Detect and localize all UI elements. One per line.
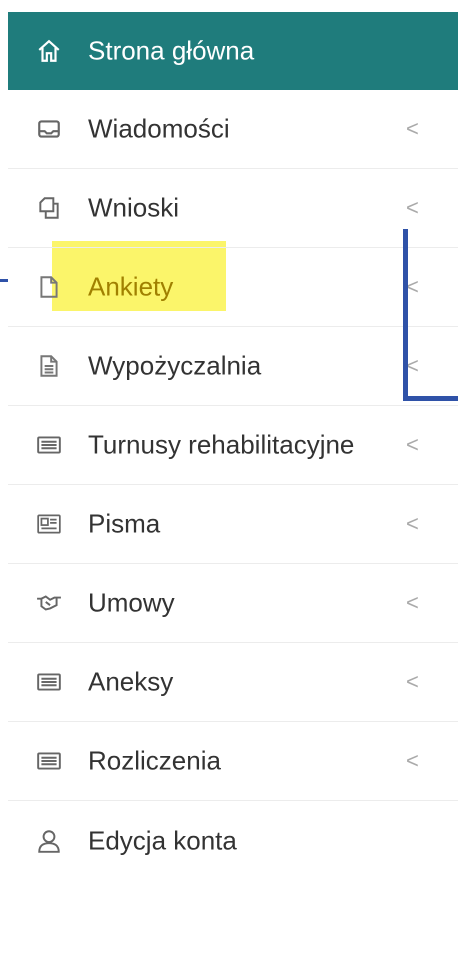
sidebar-item-turnusy[interactable]: Turnusy rehabilitacyjne < <box>8 406 458 485</box>
handshake-icon <box>36 590 62 616</box>
copy-icon <box>36 195 62 221</box>
sidebar-item-rozliczenia[interactable]: Rozliczenia < <box>8 722 458 801</box>
list-card-icon <box>36 432 62 458</box>
sidebar-item-label: Aneksy <box>88 666 174 697</box>
list-card-icon <box>36 669 62 695</box>
annotation-line-vertical <box>403 229 408 399</box>
annotation-arrow <box>0 279 8 282</box>
file-icon <box>36 274 62 300</box>
inbox-icon <box>36 116 62 142</box>
sidebar-item-label: Ankiety <box>88 271 174 302</box>
sidebar-item-umowy[interactable]: Umowy < <box>8 564 458 643</box>
newspaper-icon <box>36 511 62 537</box>
sidebar-item-label: Pisma <box>88 508 161 539</box>
sidebar-item-label: Turnusy rehabilitacyjne <box>88 429 355 460</box>
chevron-left-icon: < <box>406 511 419 536</box>
sidebar-item-ankiety[interactable]: Ankiety < <box>8 248 458 327</box>
sidebar-item-wiadomosci[interactable]: Wiadomości < <box>8 90 458 169</box>
file-text-icon <box>36 353 62 379</box>
sidebar-item-label: Wypożyczalnia <box>88 350 262 381</box>
sidebar-item-strona-glowna[interactable]: Strona główna <box>8 12 458 90</box>
sidebar-item-aneksy[interactable]: Aneksy < <box>8 643 458 722</box>
list-card-icon <box>36 748 62 774</box>
chevron-left-icon: < <box>406 590 419 615</box>
chevron-left-icon: < <box>406 669 419 694</box>
sidebar-item-label: Wiadomości <box>88 113 230 144</box>
home-icon <box>36 38 62 64</box>
sidebar-item-label: Umowy <box>88 587 175 618</box>
sidebar-item-label: Wnioski <box>88 192 180 223</box>
chevron-left-icon: < <box>406 432 419 457</box>
sidebar-item-label: Rozliczenia <box>88 745 221 776</box>
annotation-line-horizontal <box>403 396 458 401</box>
sidebar-item-edycja-konta[interactable]: Edycja konta <box>8 801 458 880</box>
sidebar-item-wnioski[interactable]: Wnioski < <box>8 169 458 248</box>
chevron-left-icon: < <box>406 748 419 773</box>
chevron-left-icon: < <box>406 195 419 220</box>
sidebar-item-wypozyczalnia[interactable]: Wypożyczalnia < <box>8 327 458 406</box>
user-icon <box>36 828 62 854</box>
sidebar-item-pisma[interactable]: Pisma < <box>8 485 458 564</box>
sidebar-menu: Strona główna Wiadomości < Wnioski < Ank… <box>8 12 458 880</box>
sidebar-item-label: Edycja konta <box>88 825 237 855</box>
sidebar-item-label: Strona główna <box>88 35 255 66</box>
chevron-left-icon: < <box>406 116 419 141</box>
